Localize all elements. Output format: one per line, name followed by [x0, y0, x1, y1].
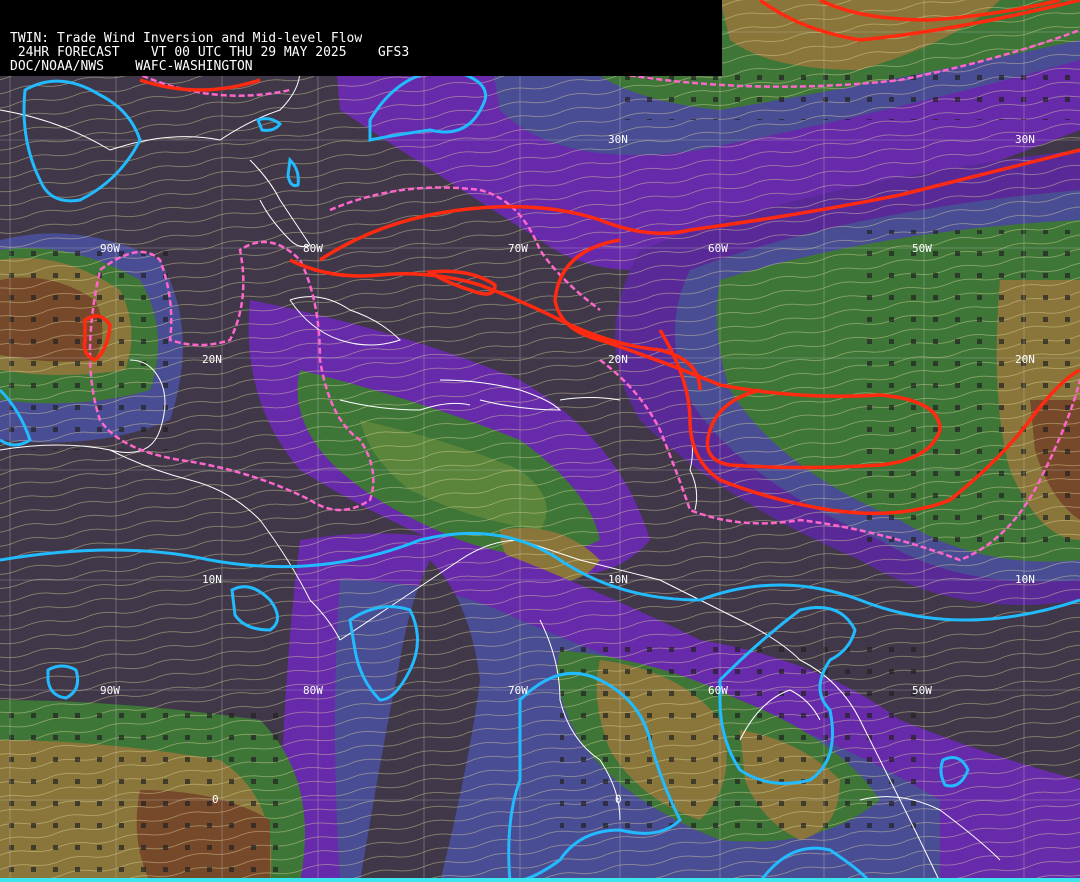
lon-label: 70W	[508, 242, 528, 255]
lon-label: 60W	[708, 242, 728, 255]
lat-label: 0	[212, 793, 219, 806]
lon-label: 50W	[912, 684, 932, 697]
lon-label: 90W	[100, 684, 120, 697]
lat-label: 20N	[608, 353, 628, 366]
forecast-map: 30N 30N 20N 20N 20N 10N 10N 10N 0 0 90W …	[0, 0, 1080, 882]
bottom-border	[0, 878, 1080, 882]
lat-label: 30N	[608, 133, 628, 146]
product-title: TWIN: Trade Wind Inversion and Mid-level…	[10, 31, 363, 46]
lon-label: 90W	[100, 242, 120, 255]
lon-label: 80W	[303, 684, 323, 697]
lat-label: 10N	[608, 573, 628, 586]
lat-label: 30N	[1015, 133, 1035, 146]
issuing-agency: DOC/NOAA/NWS WAFC-WASHINGTON	[10, 59, 253, 74]
lat-label: 10N	[202, 573, 222, 586]
forecast-valid-time: 24HR FORECAST VT 00 UTC THU 29 MAY 2025 …	[10, 45, 410, 60]
lon-label: 50W	[912, 242, 932, 255]
lat-label: 10N	[1015, 573, 1035, 586]
map-header: TWIN: Trade Wind Inversion and Mid-level…	[0, 0, 722, 76]
lat-label: 20N	[1015, 353, 1035, 366]
lon-label: 80W	[303, 242, 323, 255]
lat-label: 20N	[202, 353, 222, 366]
lat-label: 0	[615, 793, 622, 806]
lon-label: 70W	[508, 684, 528, 697]
lon-label: 60W	[708, 684, 728, 697]
